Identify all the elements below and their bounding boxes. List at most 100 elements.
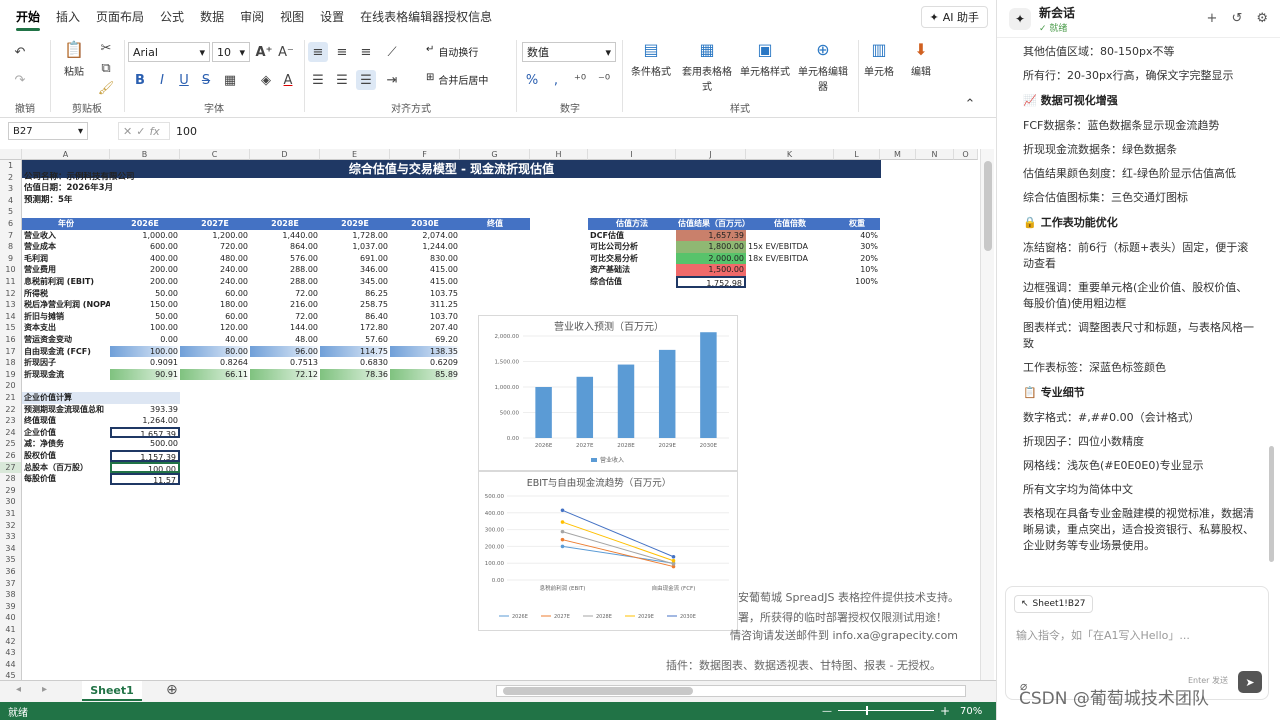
table-cell[interactable]: 80.00 <box>180 345 250 358</box>
table-cell[interactable]: 营业费用 <box>22 264 110 276</box>
percent-icon[interactable]: % <box>522 70 542 90</box>
terminal-cell[interactable] <box>460 311 530 323</box>
redo-icon[interactable]: ↷ <box>10 70 30 90</box>
row-header[interactable]: 9 <box>0 252 22 265</box>
conditional-format-button[interactable]: ▤ 条件格式 <box>622 38 680 79</box>
table-header-cell[interactable]: 2030E <box>390 218 460 230</box>
new-chat-icon[interactable]: + <box>1207 11 1218 26</box>
table-cell[interactable]: 240.00 <box>180 276 250 288</box>
ev-cell[interactable] <box>110 392 180 404</box>
row-header[interactable]: 29 <box>0 484 22 497</box>
ev-title-cell[interactable]: 企业价值计算 <box>22 392 110 404</box>
table-cell[interactable]: 200.00 <box>110 264 180 276</box>
valuation-header-cell[interactable]: 估值方法 <box>588 218 676 230</box>
table-cell[interactable]: 毛利润 <box>22 253 110 265</box>
terminal-cell[interactable] <box>460 369 530 381</box>
row-header[interactable]: 19 <box>0 368 22 381</box>
valuation-cell[interactable]: 1,657.39 <box>676 229 746 242</box>
align-left-icon[interactable]: ☰ <box>308 70 328 90</box>
terminal-cell[interactable] <box>460 230 530 242</box>
table-cell[interactable]: 207.40 <box>390 322 460 334</box>
align-top-icon[interactable]: ≡ <box>308 42 328 62</box>
chart1-bar[interactable] <box>576 376 594 438</box>
table-cell[interactable]: 折现现金流 <box>22 369 110 381</box>
scroll-thumb[interactable] <box>984 161 992 251</box>
chat-input-box[interactable]: ↖ Sheet1!B27 输入指令，如「在A1写入Hello」... Enter … <box>1005 586 1269 700</box>
row-header[interactable]: 2 <box>0 171 22 184</box>
chart2-point[interactable] <box>560 537 565 542</box>
table-cell[interactable]: 1,000.00 <box>110 230 180 242</box>
table-cell[interactable]: 60.00 <box>180 311 250 323</box>
row-header[interactable]: 27 <box>0 461 22 474</box>
terminal-cell[interactable] <box>460 299 530 311</box>
column-header[interactable]: L <box>834 149 880 160</box>
table-cell[interactable]: 1,440.00 <box>250 230 320 242</box>
increase-font-icon[interactable]: A⁺ <box>254 42 274 62</box>
cancel-icon[interactable]: ✕ <box>123 125 132 138</box>
terminal-cell[interactable] <box>460 288 530 300</box>
table-cell[interactable]: 288.00 <box>250 276 320 288</box>
fill-color-icon[interactable]: ◈ <box>256 70 276 90</box>
sheet-tab-sheet1[interactable]: Sheet1 <box>82 681 142 701</box>
align-right-icon[interactable]: ☰ <box>356 70 376 90</box>
table-cell[interactable]: 营业收入 <box>22 230 110 242</box>
valuation-cell[interactable]: 40% <box>834 230 880 242</box>
row-header[interactable]: 43 <box>0 647 22 659</box>
cell-style-button[interactable]: ▣ 单元格样式 <box>736 38 794 79</box>
terminal-cell[interactable] <box>460 357 530 369</box>
ev-value-cell[interactable]: 1,657.39 <box>110 426 180 439</box>
valuation-cell[interactable]: DCF估值 <box>588 230 676 242</box>
valuation-cell[interactable] <box>746 276 834 288</box>
forecast-period-cell[interactable]: 预测期：5年 <box>22 195 222 207</box>
table-cell[interactable]: 90.91 <box>110 368 180 381</box>
valuation-cell[interactable] <box>746 264 834 276</box>
tab-2[interactable]: 页面布局 <box>88 0 152 34</box>
table-cell[interactable]: 1,728.00 <box>320 230 390 242</box>
table-cell[interactable]: 120.00 <box>180 322 250 334</box>
underline-icon[interactable]: U <box>174 70 194 90</box>
valuation-cell[interactable]: 1,800.00 <box>676 241 746 253</box>
chart2-point[interactable] <box>560 529 565 534</box>
edit-button[interactable]: ⬇ 编辑 <box>892 38 950 79</box>
row-header[interactable]: 40 <box>0 612 22 624</box>
valuation-cell[interactable]: 资产基础法 <box>588 264 676 276</box>
table-cell[interactable]: 营运资金变动 <box>22 334 110 346</box>
row-header[interactable]: 8 <box>0 241 22 253</box>
column-header[interactable]: N <box>916 149 954 160</box>
table-cell[interactable]: 69.20 <box>390 334 460 346</box>
terminal-cell[interactable] <box>460 241 530 253</box>
chart1-bar[interactable] <box>658 349 676 438</box>
valuation-cell[interactable]: 15x EV/EBITDA <box>746 241 834 253</box>
table-cell[interactable]: 720.00 <box>180 241 250 253</box>
table-cell[interactable]: 50.00 <box>110 311 180 323</box>
table-cell[interactable]: 60.00 <box>180 288 250 300</box>
table-cell[interactable]: 自由现金流 (FCF) <box>22 346 110 358</box>
row-header[interactable]: 33 <box>0 531 22 543</box>
table-cell[interactable]: 72.00 <box>250 288 320 300</box>
row-header[interactable]: 45 <box>0 670 22 680</box>
font-name-select[interactable]: Arial ▾ <box>128 42 210 62</box>
row-header[interactable]: 7 <box>0 229 22 242</box>
column-header[interactable]: I <box>588 149 676 160</box>
table-cell[interactable]: 72.00 <box>250 311 320 323</box>
table-cell[interactable]: 346.00 <box>320 264 390 276</box>
table-cell[interactable]: 311.25 <box>390 299 460 311</box>
valuation-header-cell[interactable]: 权重 <box>834 218 880 230</box>
table-cell[interactable]: 78.36 <box>320 368 390 381</box>
valuation-cell[interactable]: 18x EV/EBITDA <box>746 253 834 265</box>
terminal-cell[interactable] <box>460 322 530 334</box>
row-header[interactable]: 36 <box>0 566 22 578</box>
select-all-corner[interactable] <box>0 149 22 160</box>
terminal-cell[interactable] <box>460 334 530 346</box>
zoom-slider[interactable] <box>838 706 934 715</box>
add-sheet-icon[interactable]: ⊕ <box>166 682 178 698</box>
table-cell[interactable]: 税后净营业利润 (NOPAT) <box>22 299 110 311</box>
chart2-point[interactable] <box>671 558 676 563</box>
row-header[interactable]: 20 <box>0 380 22 392</box>
chart2-point[interactable] <box>671 554 676 559</box>
chart2-point[interactable] <box>560 508 565 513</box>
ev-value-cell[interactable]: 100.00 <box>110 461 180 474</box>
ev-label-cell[interactable]: 减：净债务 <box>22 438 110 450</box>
ev-value-cell[interactable]: 11.57 <box>110 473 180 485</box>
valuation-cell[interactable]: 综合估值 <box>588 276 676 288</box>
